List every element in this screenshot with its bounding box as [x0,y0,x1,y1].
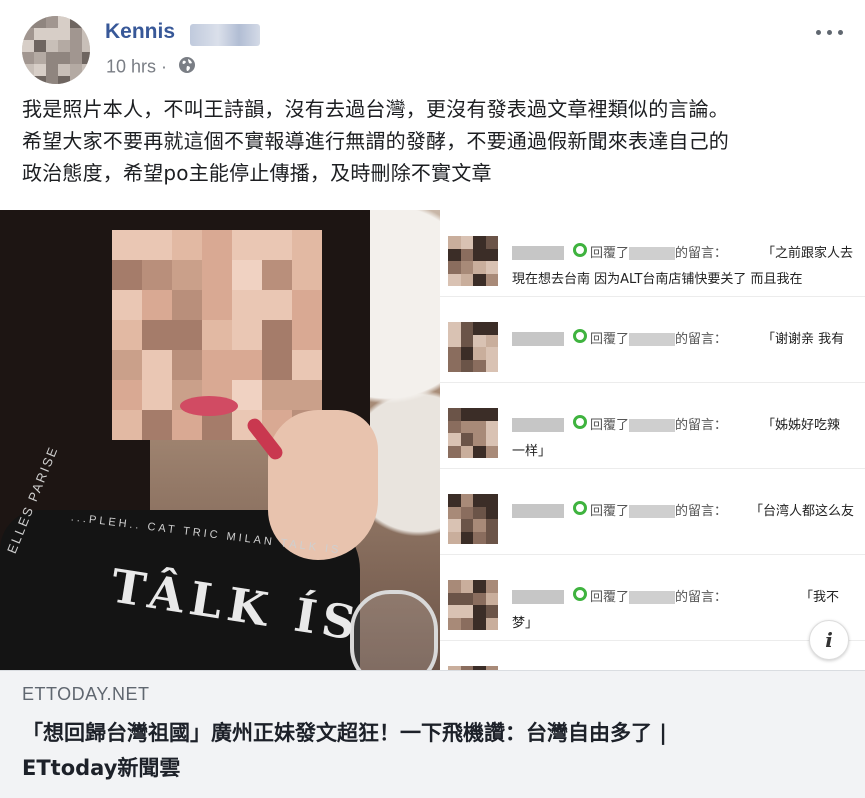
post-text-line: 我是照片本人，不叫王詩韻，沒有去過台灣，更沒有發表過文章裡類似的言論。 [22,97,729,121]
comment-row: 回覆了 的留言： 「之前跟家人去 現在想去台南 因为ALT台南店铺快要关了 而且我… [440,222,865,297]
post-header: Kennis 10 hrs · [0,0,865,90]
link-domain: ETTODAY.NET [22,684,150,704]
pixelated-avatar [448,494,498,544]
more-options-button[interactable] [813,22,847,42]
comment-row: 回覆了 的留言： 「我不 梦」 [440,566,865,641]
pixelated-avatar [448,580,498,630]
shared-image[interactable]: ...PLEH.. CAT TRIC MILAN TALK IS ELLES P… [0,210,865,670]
timestamp[interactable]: 10 hrs [106,56,156,76]
photo-of-woman: ...PLEH.. CAT TRIC MILAN TALK IS ELLES P… [0,210,440,670]
link-preview-card[interactable]: ETTODAY.NET 「想回歸台灣祖國」廣州正妹發文超狂！一下飛機讚：台灣自由… [0,670,865,798]
avatar[interactable] [22,16,90,84]
author-name[interactable]: Kennis [105,20,175,44]
comment-row: 回覆了 的留言： 「姊姊好吃辣 一样」 [440,394,865,469]
post-text: 我是照片本人，不叫王詩韻，沒有去過台灣，更沒有發表過文章裡類似的言論。 希望大家… [22,93,862,189]
comment-row: 回覆了 的留言： 「谢谢亲 我有 [440,308,865,383]
pixelated-avatar [448,408,498,458]
info-icon[interactable]: i [809,620,849,660]
globe-icon [178,56,196,79]
post-meta: 10 hrs · [106,56,196,79]
link-title[interactable]: 「想回歸台灣祖國」廣州正妹發文超狂！一下飛機讚：台灣自由多了 | ETtoday… [22,716,862,786]
ellipsis-icon [816,30,821,35]
lips [180,396,238,416]
comment-screenshot: 回覆了 的留言： 「之前跟家人去 現在想去台南 因为ALT台南店铺快要关了 而且我… [440,210,865,670]
comment-row: 回覆了 的留言： 「台湾人都这么友 [440,480,865,555]
post-text-line: 希望大家不要再就這個不實報導進行無謂的發酵，不要通過假新聞來表達自己的 [22,129,729,153]
post-text-line: 政治態度，希望po主能停止傳播，及時刪除不實文章 [22,161,492,185]
pixelated-avatar [448,236,498,286]
pixelated-avatar [448,322,498,372]
name-blur [190,24,260,46]
